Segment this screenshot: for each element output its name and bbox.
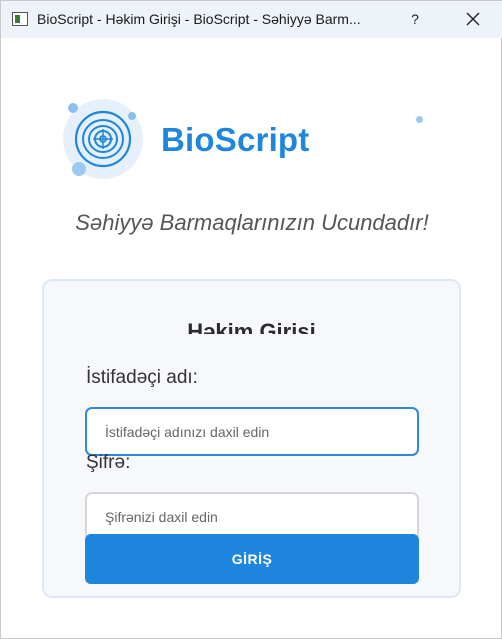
login-button[interactable]: GİRİŞ bbox=[85, 534, 419, 584]
app-window-icon bbox=[12, 12, 28, 26]
close-icon bbox=[466, 12, 480, 26]
login-window: BioScript - Həkim Girişi - BioScript - S… bbox=[0, 0, 502, 639]
brand-name: BioScript bbox=[161, 121, 310, 158]
title-bar[interactable]: BioScript - Həkim Girişi - BioScript - S… bbox=[1, 1, 502, 38]
brand-slogan: Səhiyyə Barmaqlarınızın Ucundadır! bbox=[75, 210, 429, 235]
username-label: İstifadəçi adı: bbox=[86, 367, 198, 388]
username-input[interactable] bbox=[85, 407, 419, 456]
decorative-dot bbox=[416, 116, 423, 123]
brand-logo bbox=[61, 96, 151, 186]
help-button[interactable]: ? bbox=[397, 5, 433, 33]
password-label: Şifrə: bbox=[86, 452, 131, 473]
login-card-title: Həkim Girişi bbox=[187, 319, 316, 334]
window-title: BioScript - Həkim Girişi - BioScript - S… bbox=[37, 11, 361, 27]
fingerprint-logo-icon bbox=[63, 99, 143, 179]
close-button[interactable] bbox=[453, 5, 493, 33]
